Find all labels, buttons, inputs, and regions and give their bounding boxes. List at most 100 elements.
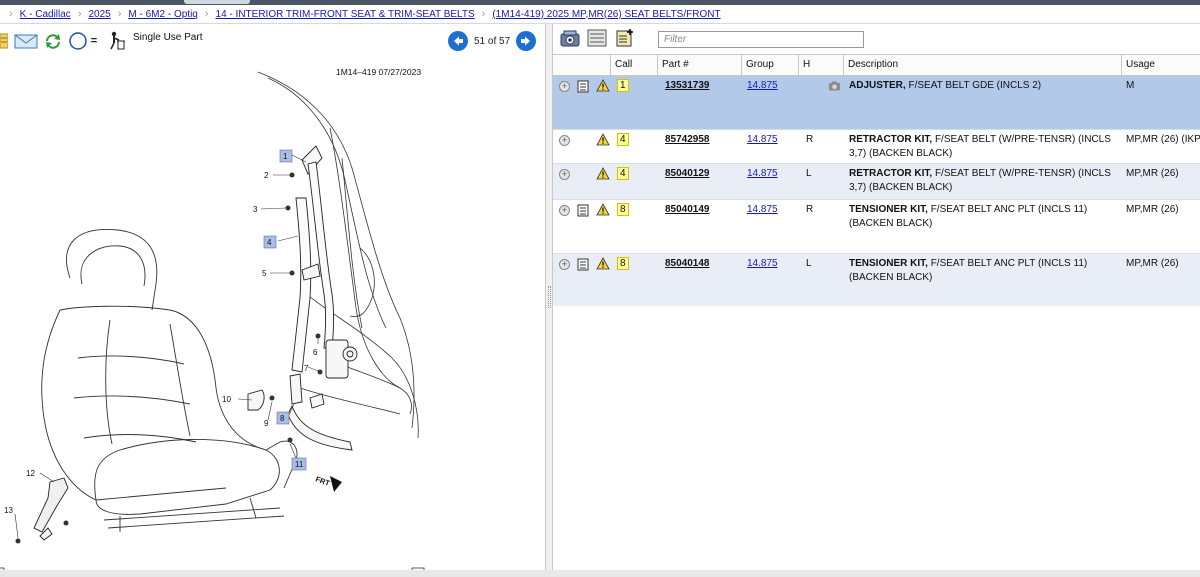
expand-icon[interactable]: + bbox=[559, 135, 570, 146]
expand-icon[interactable]: + bbox=[559, 81, 570, 92]
description-name: TENSIONER KIT, bbox=[849, 258, 928, 269]
callout-11[interactable]: 11 bbox=[295, 460, 304, 469]
description-cell: RETRACTOR KIT, F/SEAT BELT (W/PRE-TENSR)… bbox=[849, 167, 1117, 195]
window-bottom-strip bbox=[0, 570, 1200, 577]
breadcrumb-year[interactable]: 2025 bbox=[88, 9, 110, 20]
seat-belt-diagram[interactable]: 1M14–419 07/27/2023 1 2 3 4 5 6 7 8 9 10… bbox=[0, 58, 546, 570]
breadcrumb-group[interactable]: 14 - INTERIOR TRIM-FRONT SEAT & TRIM-SEA… bbox=[216, 9, 475, 20]
table-row[interactable]: + 8 85040149 14.875 R TENSIONER KIT, F/S… bbox=[553, 200, 1200, 254]
group-link[interactable]: 14.875 bbox=[747, 257, 778, 271]
part-number-link[interactable]: 85040149 bbox=[665, 203, 710, 217]
email-icon[interactable] bbox=[14, 32, 38, 50]
part-number-link[interactable]: 85040148 bbox=[665, 257, 710, 271]
breadcrumb-make[interactable]: K - Cadillac bbox=[20, 9, 71, 20]
col-header-call[interactable]: Call bbox=[610, 55, 657, 76]
table-header: Call Part # Group H Description Usage bbox=[553, 54, 1200, 76]
direction-label: FRT bbox=[314, 474, 331, 488]
note-icon[interactable] bbox=[577, 80, 589, 93]
col-header-h[interactable]: H bbox=[798, 55, 843, 76]
view-icon[interactable] bbox=[559, 28, 581, 50]
call-badge: 1 bbox=[617, 79, 629, 92]
front-direction-arrow: FRT bbox=[314, 474, 342, 492]
usage-value: MP,MR (26) bbox=[1126, 204, 1179, 215]
tab-hint bbox=[184, 0, 250, 4]
chevron-right-icon: › bbox=[481, 8, 486, 20]
callout-8[interactable]: 8 bbox=[280, 414, 285, 423]
breadcrumb-illustration[interactable]: (1M14-419) 2025 MP,MR(26) SEAT BELTS/FRO… bbox=[492, 9, 720, 20]
breadcrumb-model[interactable]: M - 6M2 - Optiq bbox=[128, 9, 197, 20]
group-link[interactable]: 14.875 bbox=[747, 133, 778, 147]
col-header-group[interactable]: Group bbox=[741, 55, 798, 76]
col-header-part[interactable]: Part # bbox=[657, 55, 741, 76]
parts-pane: Call Part # Group H Description Usage + … bbox=[553, 24, 1200, 570]
expand-icon[interactable]: + bbox=[559, 259, 570, 270]
chevron-right-icon: › bbox=[204, 8, 209, 20]
call-badge: 4 bbox=[617, 167, 629, 180]
table-row[interactable]: + 1 13531739 14.875 ADJUSTER, F/SEAT BEL… bbox=[553, 76, 1200, 130]
description-name: TENSIONER KIT, bbox=[849, 204, 928, 215]
splitter-grip[interactable] bbox=[548, 286, 551, 308]
callout-4[interactable]: 4 bbox=[267, 238, 272, 247]
description-cell: ADJUSTER, F/SEAT BELT GDE (INCLS 2) bbox=[849, 79, 1117, 93]
hand-value: R bbox=[806, 204, 814, 215]
hand-value: L bbox=[806, 258, 812, 269]
trash-person-icon[interactable] bbox=[106, 31, 126, 50]
expand-icon[interactable]: + bbox=[559, 205, 570, 216]
seat-belt-assembly bbox=[33, 145, 358, 541]
usage-value: MP,MR (26) (IKP) bbox=[1126, 134, 1200, 145]
description-name: ADJUSTER, bbox=[849, 80, 906, 91]
warning-icon bbox=[596, 257, 610, 270]
group-link[interactable]: 14.875 bbox=[747, 79, 778, 93]
hand-value: R bbox=[806, 134, 814, 145]
callout-13[interactable]: 13 bbox=[4, 506, 13, 515]
parts-table: Call Part # Group H Description Usage + … bbox=[553, 54, 1200, 306]
col-header-usage[interactable]: Usage bbox=[1121, 55, 1200, 76]
table-row[interactable]: + 8 85040148 14.875 L TENSIONER KIT, F/S… bbox=[553, 254, 1200, 306]
note-icon[interactable] bbox=[577, 258, 589, 271]
list-icon[interactable] bbox=[587, 28, 607, 48]
call-badge: 8 bbox=[617, 257, 629, 270]
callout-5[interactable]: 5 bbox=[262, 269, 267, 278]
camera-icon[interactable] bbox=[828, 81, 841, 91]
illustration-toolbar: = Single Use Part 51 of 57 bbox=[0, 24, 546, 58]
callout-2[interactable]: 2 bbox=[264, 171, 269, 180]
group-link[interactable]: 14.875 bbox=[747, 203, 778, 217]
parts-toolbar bbox=[553, 24, 1200, 54]
warning-icon bbox=[596, 167, 610, 180]
illustration-pane: = Single Use Part 51 of 57 1M14–419 07/2… bbox=[0, 24, 546, 570]
call-badge: 4 bbox=[617, 133, 629, 146]
add-note-icon[interactable] bbox=[615, 28, 635, 48]
hand-value: L bbox=[806, 168, 812, 179]
part-number-link[interactable]: 13531739 bbox=[665, 79, 710, 93]
callout-9[interactable]: 9 bbox=[264, 419, 269, 428]
group-link[interactable]: 14.875 bbox=[747, 167, 778, 181]
warning-icon bbox=[596, 203, 610, 216]
chevron-right-icon: › bbox=[9, 8, 13, 20]
previous-page-icon[interactable] bbox=[448, 31, 468, 51]
filter-input[interactable] bbox=[658, 31, 864, 48]
description-name: RETRACTOR KIT, bbox=[849, 168, 933, 179]
description-cell: RETRACTOR KIT, F/SEAT BELT (W/PRE-TENSR)… bbox=[849, 133, 1117, 161]
callout-1[interactable]: 1 bbox=[283, 152, 288, 161]
call-badge: 8 bbox=[617, 203, 629, 216]
callout-12[interactable]: 12 bbox=[26, 469, 35, 478]
next-page-icon[interactable] bbox=[516, 31, 536, 51]
notes-icon[interactable] bbox=[0, 32, 8, 50]
usage-value: MP,MR (26) bbox=[1126, 258, 1179, 269]
callout-10[interactable]: 10 bbox=[222, 395, 231, 404]
warning-icon bbox=[596, 79, 610, 92]
callout-7[interactable]: 7 bbox=[304, 364, 309, 373]
circle-icon[interactable] bbox=[68, 32, 88, 50]
note-icon[interactable] bbox=[577, 204, 589, 217]
breadcrumb: › K - Cadillac › 2025 › M - 6M2 - Optiq … bbox=[0, 5, 1200, 24]
pane-splitter[interactable] bbox=[546, 24, 553, 570]
table-row[interactable]: + 4 85742958 14.875 R RETRACTOR KIT, F/S… bbox=[553, 130, 1200, 164]
callout-3[interactable]: 3 bbox=[253, 205, 258, 214]
expand-icon[interactable]: + bbox=[559, 169, 570, 180]
refresh-icon[interactable] bbox=[44, 32, 62, 50]
part-number-link[interactable]: 85742958 bbox=[665, 133, 710, 147]
callout-6[interactable]: 6 bbox=[313, 348, 318, 357]
table-row[interactable]: + 4 85040129 14.875 L RETRACTOR KIT, F/S… bbox=[553, 164, 1200, 200]
part-number-link[interactable]: 85040129 bbox=[665, 167, 710, 181]
col-header-description[interactable]: Description bbox=[843, 55, 1121, 76]
